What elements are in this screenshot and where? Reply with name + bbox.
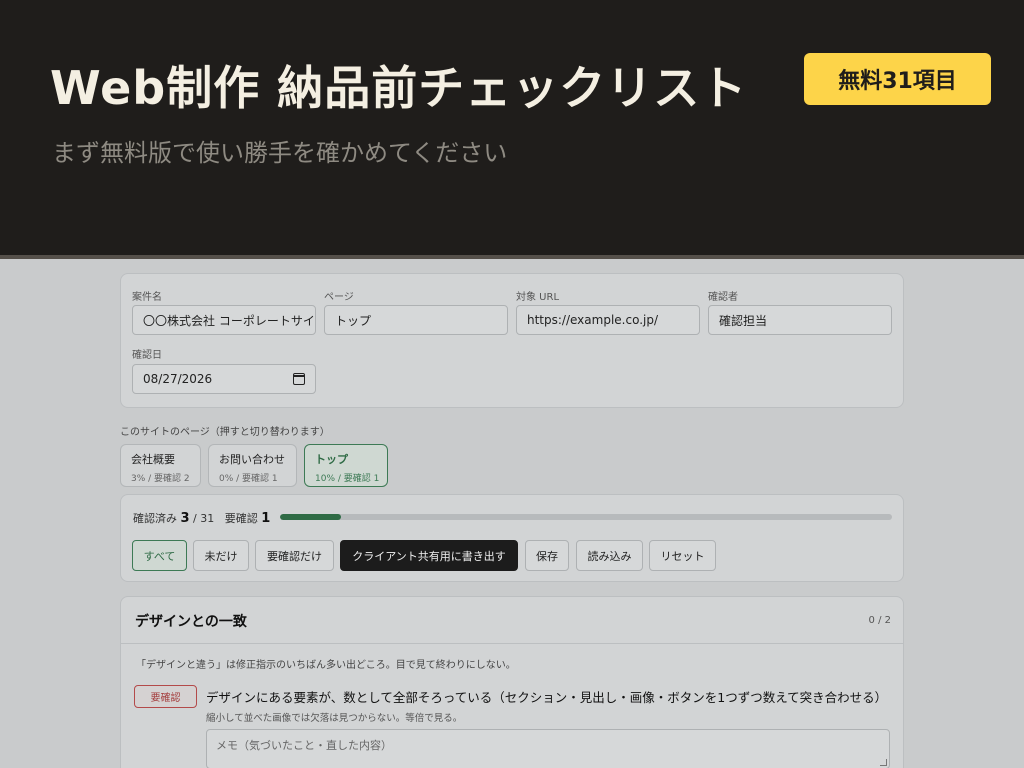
memo-textarea[interactable]: メモ（気づいたこと・直した内容） [206,729,890,768]
filter-needs-review-button[interactable]: 要確認だけ [255,540,334,571]
site-pages-label: このサイトのページ（押すと切り替わります） [120,427,330,438]
page-tab-stat: 10% / 要確認 1 [315,474,380,484]
filter-all-button[interactable]: すべて [132,540,187,571]
reset-button[interactable]: リセット [649,540,716,571]
url-label: 対象 URL [516,292,560,303]
page-tab-company[interactable]: 会社概要 3% / 要確認 2 [120,444,201,487]
banner-divider [0,255,1024,259]
reviewer-input[interactable]: 確認担当 [708,305,892,335]
date-label: 確認日 [132,350,162,361]
category-description: 「デザインと違う」は修正指示のいちばん多い出どころ。目で見て終わりにしない。 [136,660,516,671]
page-tab-name: 会社概要 [131,453,175,466]
checked-count: 3 [180,511,190,526]
checked-label: 確認済み [133,512,177,525]
needs-review-label: 要確認 [224,512,258,525]
date-input[interactable]: 08/27/2026 [132,364,316,394]
category-title: デザインとの一致 [135,614,247,630]
reviewer-label: 確認者 [708,292,738,303]
page-tab-name: トップ [315,453,348,466]
total-count: / 31 [193,512,215,525]
load-button[interactable]: 読み込み [576,540,643,571]
export-client-button[interactable]: クライアント共有用に書き出す [340,540,518,571]
banner-subtitle: まず無料版で使い勝手を確かめてください [52,139,508,167]
project-name-input[interactable]: 〇〇株式会社 コーポレートサイ [132,305,316,335]
url-input[interactable]: https://example.co.jp/ [516,305,700,335]
category-divider [121,643,903,644]
progress-summary: 確認済み 3 / 31 要確認 1 [133,510,270,526]
memo-placeholder: メモ（気づいたこと・直した内容） [216,739,392,752]
save-button[interactable]: 保存 [525,540,569,571]
checklist-item-text: デザインにある要素が、数として全部そろっている（セクション・見出し・画像・ボタン… [206,690,888,705]
status-needs-review-button[interactable]: 要確認 [134,685,197,708]
checklist-item-note: 縮小して並べた画像では欠落は見つからない。等倍で見る。 [206,713,463,724]
progress-bar [280,514,892,520]
free-items-badge: 無料31項目 [804,53,991,105]
header-banner: Web制作 納品前チェックリスト まず無料版で使い勝手を確かめてください 無料3… [0,0,1024,255]
category-count: 0 / 2 [868,615,891,626]
page-input[interactable]: トップ [324,305,508,335]
page-tab-stat: 0% / 要確認 1 [219,474,278,484]
resize-grip-icon[interactable] [880,759,887,766]
project-name-label: 案件名 [132,292,162,303]
page-tab-top[interactable]: トップ 10% / 要確認 1 [304,444,388,487]
page-tab-stat: 3% / 要確認 2 [131,474,190,484]
date-value: 08/27/2026 [143,372,213,386]
page-label: ページ [324,292,354,303]
page-tab-name: お問い合わせ [219,453,285,466]
needs-review-count: 1 [261,511,271,526]
calendar-icon[interactable] [293,373,305,385]
filter-unchecked-button[interactable]: 未だけ [193,540,249,571]
banner-title: Web制作 納品前チェックリスト [50,61,748,115]
progress-bar-fill [280,514,342,520]
page-tab-contact[interactable]: お問い合わせ 0% / 要確認 1 [208,444,297,487]
